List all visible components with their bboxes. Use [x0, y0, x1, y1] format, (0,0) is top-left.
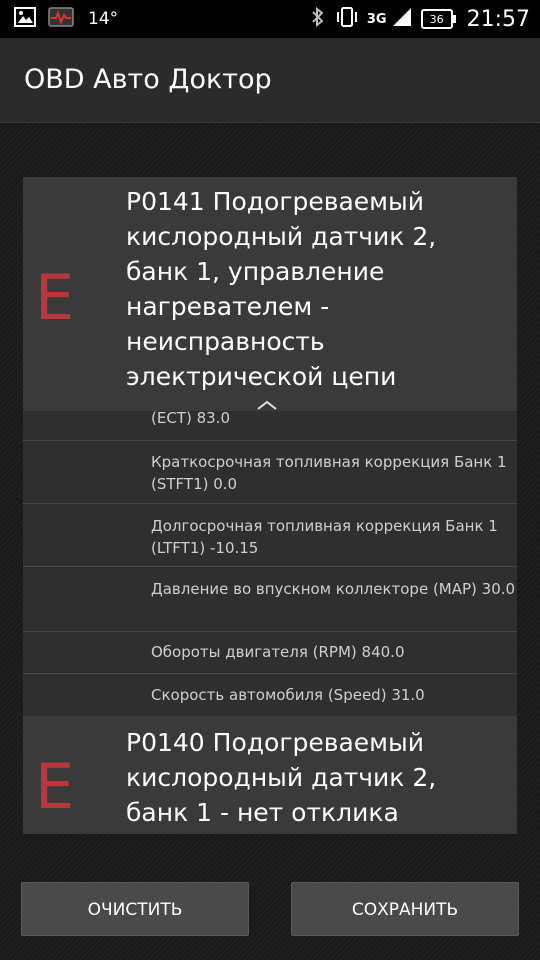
- status-bar-right: 3G 36 21:57: [311, 6, 530, 32]
- bluetooth-icon: [311, 6, 325, 32]
- vibrate-icon: [335, 6, 359, 32]
- freeze-frame-list[interactable]: (ECT) 83.0 Краткосрочная топливная корре…: [23, 411, 517, 716]
- severity-error-icon: E: [35, 750, 75, 823]
- dtc-card[interactable]: E P0141 Подогреваемый кислородный датчик…: [23, 177, 517, 412]
- image-icon: [14, 7, 36, 31]
- list-item[interactable]: Обороты двигателя (RPM) 840.0: [23, 632, 517, 674]
- clear-button[interactable]: ОЧИСТИТЬ: [21, 882, 249, 936]
- list-item[interactable]: Краткосрочная топливная коррекция Банк 1…: [23, 440, 517, 504]
- list-item[interactable]: Долгосрочная топливная коррекция Банк 1 …: [23, 504, 517, 567]
- battery-icon: 36: [420, 9, 456, 29]
- status-bar: 14° 3G 36 21:57: [0, 0, 540, 38]
- list-item[interactable]: Скорость автомобиля (Speed) 31.0: [23, 674, 517, 716]
- chevron-up-icon[interactable]: [255, 398, 279, 412]
- dtc-card[interactable]: E P0140 Подогреваемый кислородный датчик…: [23, 716, 517, 834]
- severity-error-icon: E: [35, 261, 75, 334]
- param-label: Краткосрочная топливная коррекция Банк 1…: [151, 453, 507, 493]
- dtc-description: P0140 Подогреваемый кислородный датчик 2…: [126, 728, 437, 827]
- signal-icon: [391, 7, 413, 31]
- battery-level: 36: [429, 12, 444, 26]
- list-item[interactable]: Давление во впускном коллекторе (MAP) 30…: [23, 567, 517, 632]
- param-label: Скорость автомобиля (Speed) 31.0: [151, 686, 425, 704]
- app-bar: OBD Авто Доктор: [0, 38, 540, 123]
- list-item[interactable]: (ECT) 83.0: [23, 411, 517, 441]
- param-label: Давление во впускном коллекторе (MAP) 30…: [151, 580, 516, 598]
- network-type: 3G: [366, 11, 387, 27]
- screen: 14° 3G 36 21:57 OBD Авто Доктор E P0141 …: [0, 0, 540, 960]
- param-label: Обороты двигателя (RPM) 840.0: [151, 643, 405, 661]
- status-bar-left: 14°: [14, 7, 118, 31]
- save-button[interactable]: СОХРАНИТЬ: [291, 882, 519, 936]
- clock: 21:57: [466, 6, 530, 32]
- app-title: OBD Авто Доктор: [24, 64, 272, 95]
- obd-monitor-icon: [48, 6, 74, 32]
- param-label: (ECT) 83.0: [151, 411, 230, 427]
- param-label: Долгосрочная топливная коррекция Банк 1 …: [151, 517, 498, 557]
- temperature-readout: 14°: [88, 9, 119, 29]
- dtc-description: P0141 Подогреваемый кислородный датчик 2…: [126, 187, 437, 391]
